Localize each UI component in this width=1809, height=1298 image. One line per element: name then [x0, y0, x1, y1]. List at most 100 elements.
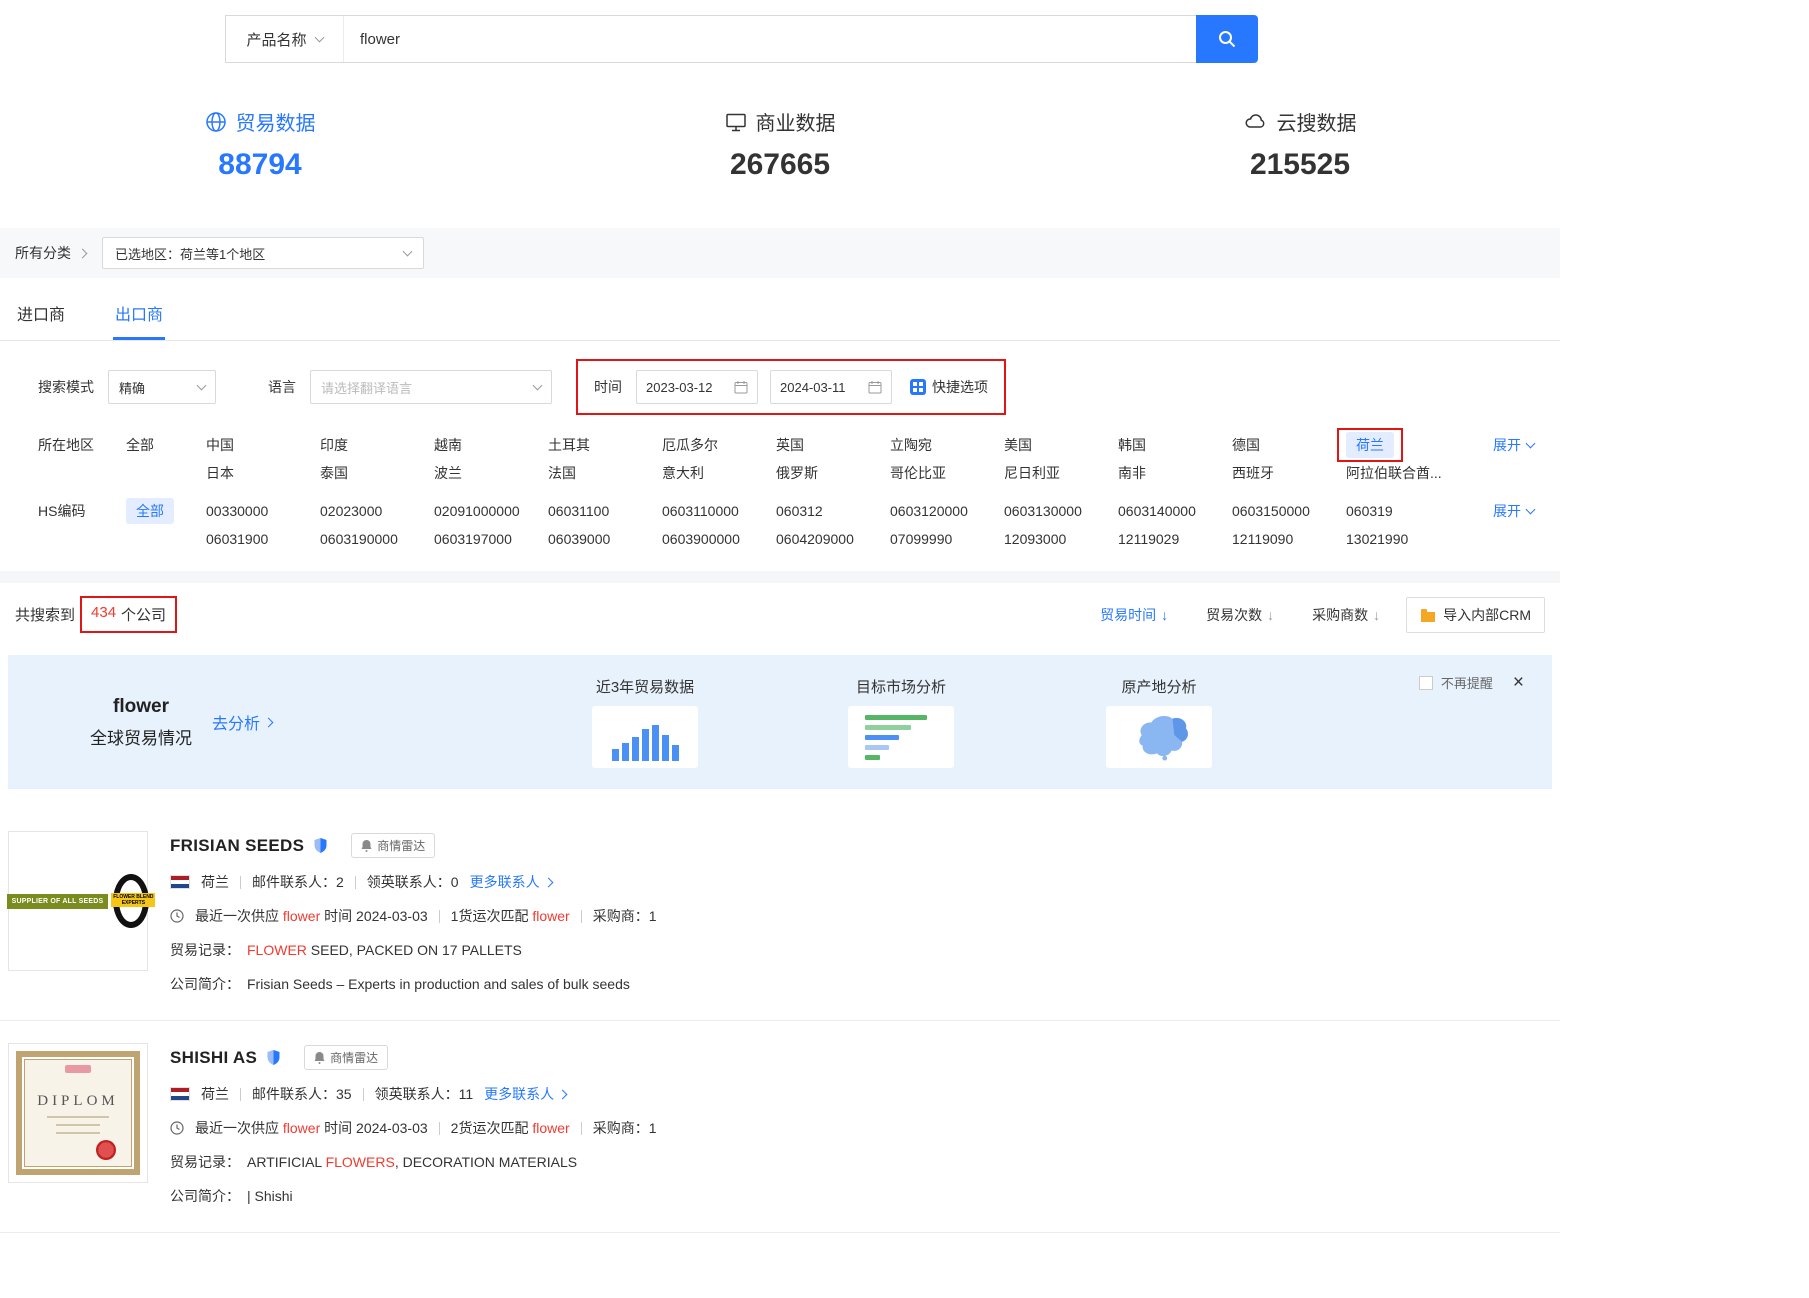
- hs-code-option[interactable]: 13021990: [1346, 531, 1460, 547]
- frisian-logo-graphic: SUPPLIER OF ALL SEEDS FLOWER BLEND EXPER…: [7, 874, 150, 928]
- netherlands-flag-icon: [170, 1087, 190, 1101]
- hs-code-option[interactable]: 0603130000: [1004, 503, 1118, 519]
- chevron-down-icon: [1526, 505, 1536, 515]
- hs-code-option[interactable]: 06039000: [548, 531, 662, 547]
- sort-controls: 贸易时间 ↓ 贸易次数 ↓ 采购商数 ↓: [1100, 605, 1380, 625]
- more-contacts-link[interactable]: 更多联系人: [470, 872, 552, 892]
- region-option[interactable]: 中国: [206, 435, 320, 455]
- hs-code-option[interactable]: 0603197000: [434, 531, 548, 547]
- hs-code-option[interactable]: 0603190000: [320, 531, 434, 547]
- region-option[interactable]: 立陶宛: [890, 435, 1004, 455]
- hs-code-option[interactable]: 0603140000: [1118, 503, 1232, 519]
- date-to-input[interactable]: 2024-03-11: [770, 370, 892, 404]
- more-contacts-link[interactable]: 更多联系人: [484, 1084, 566, 1104]
- language-label: 语言: [268, 377, 296, 397]
- hs-code-option[interactable]: 12093000: [1004, 531, 1118, 547]
- sort-trade-count[interactable]: 贸易次数 ↓: [1206, 605, 1274, 625]
- hs-code-option[interactable]: 00330000: [206, 503, 320, 519]
- region-option[interactable]: 厄瓜多尔: [662, 435, 776, 455]
- region-option[interactable]: 英国: [776, 435, 890, 455]
- buyers-count: 采购商：1: [593, 1118, 657, 1138]
- hs-options-row1: 0033000002023000020910000000603110006031…: [206, 503, 1460, 519]
- market-chart-thumbnail[interactable]: [848, 706, 954, 768]
- chevron-right-icon: [558, 1089, 568, 1099]
- language-select[interactable]: 请选择翻译语言: [310, 370, 552, 404]
- verified-shield-icon[interactable]: [314, 838, 327, 853]
- search-mode-select[interactable]: 精确: [108, 370, 216, 404]
- region-option[interactable]: 尼日利亚: [1004, 463, 1118, 483]
- region-option-selected[interactable]: 荷兰: [1346, 432, 1394, 458]
- hs-code-option[interactable]: 060312: [776, 503, 890, 519]
- region-option[interactable]: 意大利: [662, 463, 776, 483]
- region-option[interactable]: 法国: [548, 463, 662, 483]
- search-input[interactable]: [344, 16, 1196, 62]
- radar-badge[interactable]: 商情雷达: [351, 833, 435, 858]
- date-to-value: 2024-03-11: [780, 380, 846, 395]
- hs-code-option[interactable]: 12119029: [1118, 531, 1232, 547]
- region-option[interactable]: 土耳其: [548, 435, 662, 455]
- search-category-select[interactable]: 产品名称: [226, 16, 344, 62]
- region-option-all[interactable]: 全部: [126, 435, 206, 455]
- dismiss-checkbox[interactable]: [1419, 676, 1433, 690]
- import-crm-button[interactable]: 导入内部CRM: [1406, 597, 1545, 633]
- analyze-link[interactable]: 去分析: [212, 710, 272, 734]
- hs-code-option[interactable]: 0603150000: [1232, 503, 1346, 519]
- hs-code-option[interactable]: 0604209000: [776, 531, 890, 547]
- hs-code-option[interactable]: 12119090: [1232, 531, 1346, 547]
- chevron-down-icon: [403, 247, 413, 257]
- email-contacts: 邮件联系人：2: [252, 872, 344, 892]
- company-name[interactable]: FRISIAN SEEDS: [170, 836, 304, 856]
- region-expand-link[interactable]: 展开: [1493, 435, 1534, 455]
- region-option[interactable]: 德国: [1232, 435, 1346, 455]
- region-option[interactable]: 日本: [206, 463, 320, 483]
- sort-trade-time[interactable]: 贸易时间 ↓: [1100, 605, 1168, 625]
- hs-code-option[interactable]: 02091000000: [434, 503, 548, 519]
- date-from-input[interactable]: 2023-03-12: [636, 370, 758, 404]
- region-option[interactable]: 韩国: [1118, 435, 1232, 455]
- hs-code-option[interactable]: 06031100: [548, 503, 662, 519]
- hs-code-option[interactable]: 02023000: [320, 503, 434, 519]
- supply-row: 最近一次供应 flower 时间 2024-03-03 1货运次匹配 flowe…: [170, 906, 1545, 926]
- hs-option-all[interactable]: 全部: [126, 498, 174, 524]
- monitor-icon: [725, 111, 747, 133]
- sort-buyer-count[interactable]: 采购商数 ↓: [1312, 605, 1380, 625]
- selected-region-dropdown[interactable]: 已选地区：荷兰等1个地区: [102, 237, 424, 269]
- region-option[interactable]: 西班牙: [1232, 463, 1346, 483]
- company-logo[interactable]: SUPPLIER OF ALL SEEDS FLOWER BLEND EXPER…: [8, 831, 148, 971]
- region-option[interactable]: 南非: [1118, 463, 1232, 483]
- region-option[interactable]: 阿拉伯联合酋...: [1346, 463, 1460, 483]
- trade-chart-thumbnail[interactable]: [592, 706, 698, 768]
- hs-code-option[interactable]: 0603110000: [662, 503, 776, 519]
- tab-exporter[interactable]: 出口商: [113, 286, 165, 340]
- quick-options-button[interactable]: 快捷选项: [910, 377, 988, 397]
- breadcrumb[interactable]: 所有分类: [15, 243, 86, 263]
- hs-code-option[interactable]: 0603900000: [662, 531, 776, 547]
- radar-badge[interactable]: 商情雷达: [304, 1045, 388, 1070]
- company-logo[interactable]: DIPLOM: [8, 1043, 148, 1183]
- seal-graphic: [96, 1140, 116, 1160]
- origin-map-thumbnail[interactable]: [1106, 706, 1212, 768]
- hs-expand-link[interactable]: 展开: [1493, 501, 1534, 521]
- chevron-down-icon: [1526, 439, 1536, 449]
- region-option[interactable]: 印度: [320, 435, 434, 455]
- stat-cloud-data[interactable]: 云搜数据 215525: [1040, 107, 1560, 182]
- region-option[interactable]: 波兰: [434, 463, 548, 483]
- region-option[interactable]: 俄罗斯: [776, 463, 890, 483]
- hs-code-option[interactable]: 06031900: [206, 531, 320, 547]
- hs-code-option[interactable]: 060319: [1346, 503, 1460, 519]
- hs-code-option[interactable]: 0603120000: [890, 503, 1004, 519]
- tab-importer[interactable]: 进口商: [15, 286, 67, 340]
- region-option[interactable]: 哥伦比亚: [890, 463, 1004, 483]
- stat-business-data[interactable]: 商业数据 267665: [520, 107, 1040, 182]
- search-button[interactable]: [1196, 15, 1258, 63]
- close-icon[interactable]: ×: [1513, 673, 1524, 692]
- stat-trade-data[interactable]: 贸易数据 88794: [0, 107, 520, 182]
- company-name[interactable]: SHISHI AS: [170, 1048, 257, 1068]
- region-option[interactable]: 美国: [1004, 435, 1118, 455]
- search-field: 产品名称: [225, 15, 1196, 63]
- hs-code-option[interactable]: 07099990: [890, 531, 1004, 547]
- calendar-icon: [734, 380, 748, 394]
- region-option[interactable]: 越南: [434, 435, 548, 455]
- verified-shield-icon[interactable]: [267, 1050, 280, 1065]
- region-option[interactable]: 泰国: [320, 463, 434, 483]
